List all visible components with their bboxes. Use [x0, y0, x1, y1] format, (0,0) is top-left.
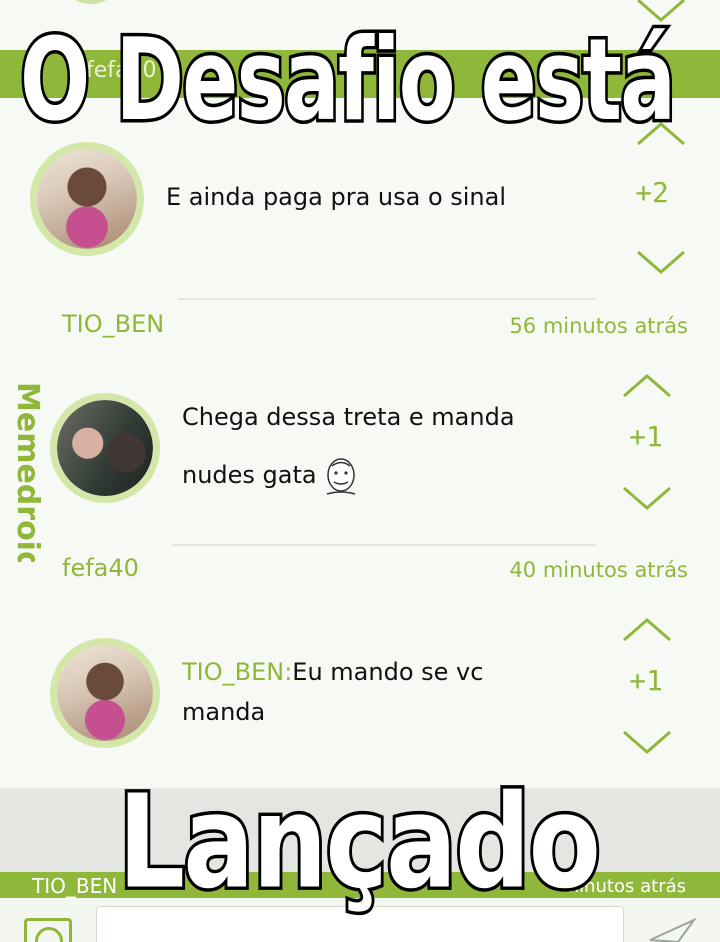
- avatar-image: [37, 149, 137, 249]
- comment-text-line: TIO_BEN:Eu mando se vc: [182, 652, 483, 692]
- avatar[interactable]: [30, 142, 144, 256]
- avatar-image: [57, 400, 153, 496]
- memedroid-watermark: Memedroid: [8, 382, 48, 562]
- comment-score: +1: [629, 664, 663, 697]
- chevron-up-icon: [623, 374, 671, 398]
- upvote-button[interactable]: [622, 372, 672, 400]
- comment-text: TIO_BEN:Eu mando se vc manda: [182, 652, 483, 732]
- chevron-down-icon: [623, 486, 671, 510]
- downvote-button[interactable]: [622, 728, 672, 756]
- comment-username[interactable]: TIO_BEN: [62, 310, 164, 338]
- meme-caption-bottom: Lançado: [115, 765, 604, 921]
- comment-timestamp: 40 minutos atrás: [509, 558, 688, 582]
- watermark-text: Memedroid: [10, 382, 45, 562]
- avatar-image: [57, 645, 153, 741]
- comment-text-fragment: Eu mando se vc: [292, 658, 484, 686]
- send-icon: [649, 917, 698, 942]
- comment-score: +1: [629, 420, 663, 453]
- upvote-button[interactable]: [622, 616, 672, 644]
- reply-mention[interactable]: TIO_BEN:: [182, 658, 292, 686]
- downvote-button[interactable]: [622, 484, 672, 512]
- avatar[interactable]: [50, 638, 160, 748]
- divider: [178, 298, 596, 300]
- comment-text: E ainda paga pra usa o sinal: [166, 183, 507, 211]
- comment-text-line: manda: [182, 698, 266, 726]
- chevron-down-icon: [623, 730, 671, 754]
- emoji-button[interactable]: [24, 918, 72, 942]
- troll-face-emoji-icon: [326, 458, 355, 495]
- comment-username[interactable]: fefa40: [62, 554, 139, 582]
- comment-timestamp: 56 minutos atrás: [509, 314, 688, 338]
- comment-username[interactable]: TIO_BEN: [32, 874, 117, 898]
- chevron-up-icon: [623, 618, 671, 642]
- meme-caption-top: O Desafio está: [17, 10, 678, 149]
- chevron-down-icon: [637, 250, 685, 274]
- comment-text: Chega dessa treta e manda nudes gata: [182, 388, 515, 504]
- comment-text-fragment: nudes gata: [182, 461, 317, 489]
- downvote-button[interactable]: [636, 248, 686, 276]
- comment-score: +2: [635, 176, 669, 209]
- send-button[interactable]: [648, 917, 698, 942]
- divider: [172, 544, 596, 546]
- avatar[interactable]: [50, 393, 160, 503]
- avatar: [58, 0, 124, 4]
- comment-text-line: Chega dessa treta e manda: [182, 403, 515, 431]
- emoji-icon: [35, 927, 63, 942]
- comment-text-line: nudes gata: [182, 446, 515, 504]
